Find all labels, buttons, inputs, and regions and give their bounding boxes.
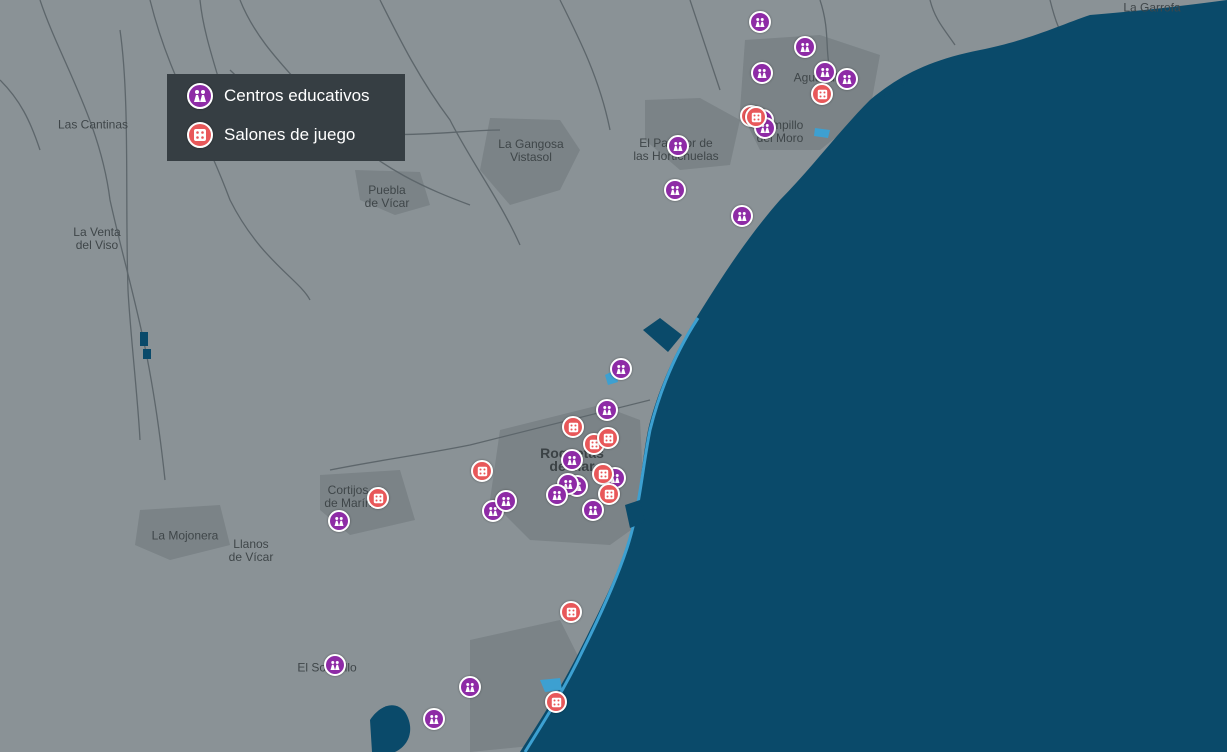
school-marker[interactable] — [596, 399, 618, 421]
school-children-icon — [334, 516, 344, 526]
school-marker[interactable] — [731, 205, 753, 227]
map-legend: Centros educativos Salones de juego — [167, 74, 405, 161]
school-children-icon — [501, 496, 511, 506]
dice-icon — [817, 89, 827, 99]
place-label: La Mojonera — [151, 528, 219, 543]
school-children-icon — [465, 682, 475, 692]
school-children-icon — [842, 74, 852, 84]
gaming-hall-marker[interactable] — [367, 487, 389, 509]
dice-icon — [566, 607, 576, 617]
dice-icon — [604, 489, 614, 499]
dice-icon — [603, 433, 613, 443]
school-marker[interactable] — [582, 499, 604, 521]
school-marker[interactable] — [664, 179, 686, 201]
legend-item-schools[interactable]: Centros educativos — [187, 83, 370, 109]
gaming-hall-marker[interactable] — [811, 83, 833, 105]
school-children-icon — [602, 405, 612, 415]
gaming-hall-marker[interactable] — [597, 427, 619, 449]
place-label: La Venta del Viso — [73, 225, 121, 252]
gaming-hall-marker[interactable] — [745, 106, 767, 128]
dice-icon — [751, 112, 761, 122]
school-children-icon — [588, 505, 598, 515]
school-children-icon — [670, 185, 680, 195]
school-children-icon — [737, 211, 747, 221]
gaming-hall-marker[interactable] — [545, 691, 567, 713]
gaming-hall-marker[interactable] — [562, 416, 584, 438]
school-children-icon — [429, 714, 439, 724]
place-label: Llanos de Vícar — [228, 537, 274, 564]
legend-label: Centros educativos — [224, 86, 370, 105]
gaming-hall-marker[interactable] — [598, 483, 620, 505]
school-marker[interactable] — [459, 676, 481, 698]
school-marker[interactable] — [751, 62, 773, 84]
school-marker[interactable] — [423, 708, 445, 730]
map-canvas[interactable]: La Garrofa Las Cantinas La Gangosa Vista… — [0, 0, 1227, 752]
legend-item-gaming[interactable]: Salones de juego — [187, 122, 355, 148]
place-label: Las Cantinas — [57, 117, 129, 132]
dice-icon — [187, 122, 213, 148]
school-marker[interactable] — [328, 510, 350, 532]
school-children-icon — [187, 83, 213, 109]
gaming-hall-marker[interactable] — [592, 463, 614, 485]
dice-icon — [477, 466, 487, 476]
gaming-hall-marker[interactable] — [560, 601, 582, 623]
school-children-icon — [567, 455, 577, 465]
school-marker[interactable] — [610, 358, 632, 380]
school-marker[interactable] — [561, 449, 583, 471]
school-children-icon — [757, 68, 767, 78]
school-children-icon — [755, 17, 765, 27]
school-children-icon — [330, 660, 340, 670]
school-marker[interactable] — [794, 36, 816, 58]
school-marker[interactable] — [836, 68, 858, 90]
school-marker[interactable] — [667, 135, 689, 157]
school-children-icon — [616, 364, 626, 374]
dice-icon — [373, 493, 383, 503]
place-label: La Garrofa — [1123, 0, 1181, 15]
legend-label: Salones de juego — [224, 125, 356, 144]
gaming-hall-marker[interactable] — [471, 460, 493, 482]
school-marker[interactable] — [814, 61, 836, 83]
school-marker[interactable] — [546, 484, 568, 506]
school-marker[interactable] — [495, 490, 517, 512]
place-label: Cortijos de Marín — [324, 483, 372, 510]
school-children-icon — [552, 490, 562, 500]
dice-icon — [598, 469, 608, 479]
school-children-icon — [800, 42, 810, 52]
school-marker[interactable] — [749, 11, 771, 33]
place-label: Puebla de Vícar — [364, 183, 410, 210]
school-marker[interactable] — [324, 654, 346, 676]
dice-icon — [551, 697, 561, 707]
place-label: La Gangosa Vistasol — [498, 137, 564, 164]
dice-icon — [568, 422, 578, 432]
school-children-icon — [820, 67, 830, 77]
school-children-icon — [673, 141, 683, 151]
